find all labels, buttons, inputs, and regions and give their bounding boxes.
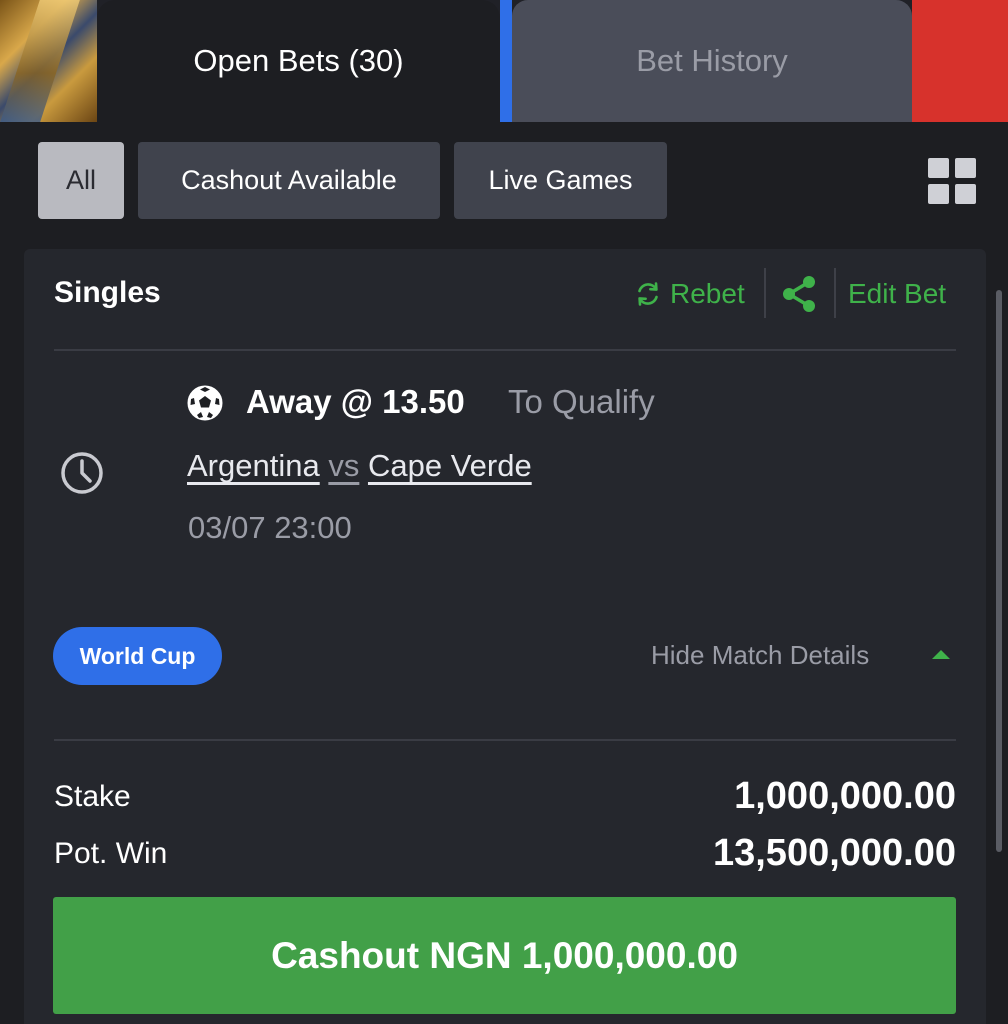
- filter-cashout-available[interactable]: Cashout Available: [138, 142, 440, 219]
- divider: [54, 349, 956, 351]
- stake-value: 1,000,000.00: [734, 775, 956, 817]
- clock-icon: [61, 452, 103, 494]
- rebet-button[interactable]: Rebet: [634, 276, 745, 312]
- cashout-button[interactable]: Cashout NGN 1,000,000.00: [53, 897, 956, 1014]
- edit-bet-button[interactable]: Edit Bet: [848, 278, 946, 310]
- share-icon[interactable]: [780, 274, 818, 314]
- filter-live-games[interactable]: Live Games: [454, 142, 667, 219]
- tab-divider-blue: [500, 0, 512, 122]
- tab-open-bets[interactable]: Open Bets (30): [97, 0, 500, 122]
- refresh-icon: [638, 282, 658, 306]
- promo-artwork: [0, 0, 97, 122]
- tab-bet-history[interactable]: Bet History: [512, 0, 912, 122]
- action-divider: [834, 268, 836, 318]
- rebet-label: Rebet: [670, 278, 745, 309]
- grid-view-icon[interactable]: [928, 158, 976, 204]
- match-datetime: 03/07 23:00: [188, 510, 352, 545]
- caret-up-icon[interactable]: [932, 650, 950, 659]
- soccer-ball-icon: [187, 385, 223, 421]
- competition-badge: World Cup: [53, 627, 222, 685]
- stake-label: Stake: [54, 780, 131, 813]
- vs-text: vs: [328, 448, 360, 483]
- action-divider: [764, 268, 766, 318]
- potwin-value: 13,500,000.00: [712, 832, 956, 874]
- potwin-label: Pot. Win: [54, 837, 168, 870]
- selection-text: Away @ 13.50: [246, 383, 465, 420]
- hide-match-details-button[interactable]: Hide Match Details: [651, 640, 869, 671]
- divider: [54, 739, 956, 741]
- away-team[interactable]: Cape Verde: [368, 448, 532, 483]
- match-link[interactable]: Argentina vs Cape Verde: [187, 448, 532, 484]
- top-tab-bar: Open Bets (30) Bet History: [0, 0, 1008, 122]
- filter-all[interactable]: All: [38, 142, 124, 219]
- tab-edge-red: [912, 0, 1008, 122]
- scrollbar[interactable]: [996, 290, 1002, 852]
- market-text: To Qualify: [508, 383, 655, 420]
- home-team[interactable]: Argentina: [187, 448, 320, 483]
- bet-type-title: Singles: [54, 276, 161, 309]
